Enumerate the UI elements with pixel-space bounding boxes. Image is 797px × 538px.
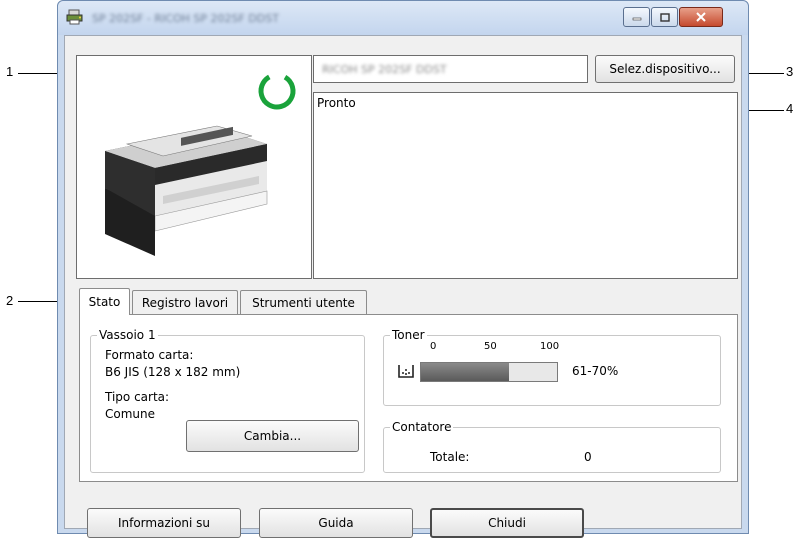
callout-1: 1	[6, 64, 14, 79]
paper-type-label: Tipo carta:	[105, 390, 170, 404]
paper-size-label: Formato carta:	[105, 348, 194, 362]
tab-content-stato: Vassoio 1 Formato carta: B6 JIS (128 x 1…	[79, 314, 738, 482]
callout-4: 4	[786, 101, 794, 116]
paper-size-value: B6 JIS (128 x 182 mm)	[105, 365, 241, 379]
printer-app-icon	[66, 9, 84, 25]
toner-level-text: 61-70%	[572, 364, 619, 378]
callout-3: 3	[786, 64, 794, 79]
tab-strumenti-utente[interactable]: Strumenti utente	[240, 290, 367, 314]
maximize-icon	[659, 12, 670, 22]
tray-group: Vassoio 1 Formato carta: B6 JIS (128 x 1…	[90, 328, 365, 473]
toner-cartridge-icon	[398, 364, 414, 378]
toner-group: Toner 0 50 100 61-70%	[383, 328, 721, 406]
callout-2: 2	[6, 293, 14, 308]
toner-level-fill	[421, 363, 510, 381]
change-tray-button[interactable]: Cambia...	[186, 420, 359, 452]
status-ready-icon	[258, 72, 296, 110]
tab-stato[interactable]: Stato	[79, 288, 130, 315]
printer-illustration	[105, 72, 296, 256]
paper-type-value: Comune	[105, 407, 156, 421]
counter-legend: Contatore	[390, 420, 454, 434]
close-icon	[696, 12, 706, 22]
window-client-area: RICOH SP 202SF DDST Selez.dispositivo...…	[64, 35, 742, 538]
toner-scale-50: 50	[484, 341, 497, 352]
toner-level-bar	[420, 362, 558, 382]
device-name-field: RICOH SP 202SF DDST	[313, 55, 588, 83]
maximize-button[interactable]	[651, 7, 678, 27]
device-name-text: RICOH SP 202SF DDST	[322, 63, 447, 76]
minimize-icon	[632, 17, 641, 21]
toner-legend: Toner	[390, 328, 427, 342]
toner-scale-100: 100	[540, 341, 560, 352]
counter-total-value: 0	[584, 450, 592, 464]
device-image-panel	[76, 55, 312, 279]
window-title: SP 202SF - RICOH SP 202SF DDST	[92, 12, 279, 25]
title-bar[interactable]: SP 202SF - RICOH SP 202SF DDST	[58, 1, 748, 35]
close-window-button[interactable]	[679, 7, 723, 27]
status-monitor-window: SP 202SF - RICOH SP 202SF DDST RICOH SP …	[57, 0, 749, 538]
minimize-button[interactable]	[623, 7, 650, 27]
select-device-button[interactable]: Selez.dispositivo...	[595, 55, 735, 83]
counter-group: Contatore Totale: 0	[383, 420, 721, 473]
tab-registro-lavori[interactable]: Registro lavori	[132, 290, 238, 314]
status-text: Pronto	[317, 96, 356, 110]
counter-total-label: Totale:	[430, 450, 470, 464]
tray-legend: Vassoio 1	[97, 328, 158, 342]
toner-scale-0: 0	[430, 341, 437, 352]
status-message-box: Pronto	[313, 92, 738, 279]
